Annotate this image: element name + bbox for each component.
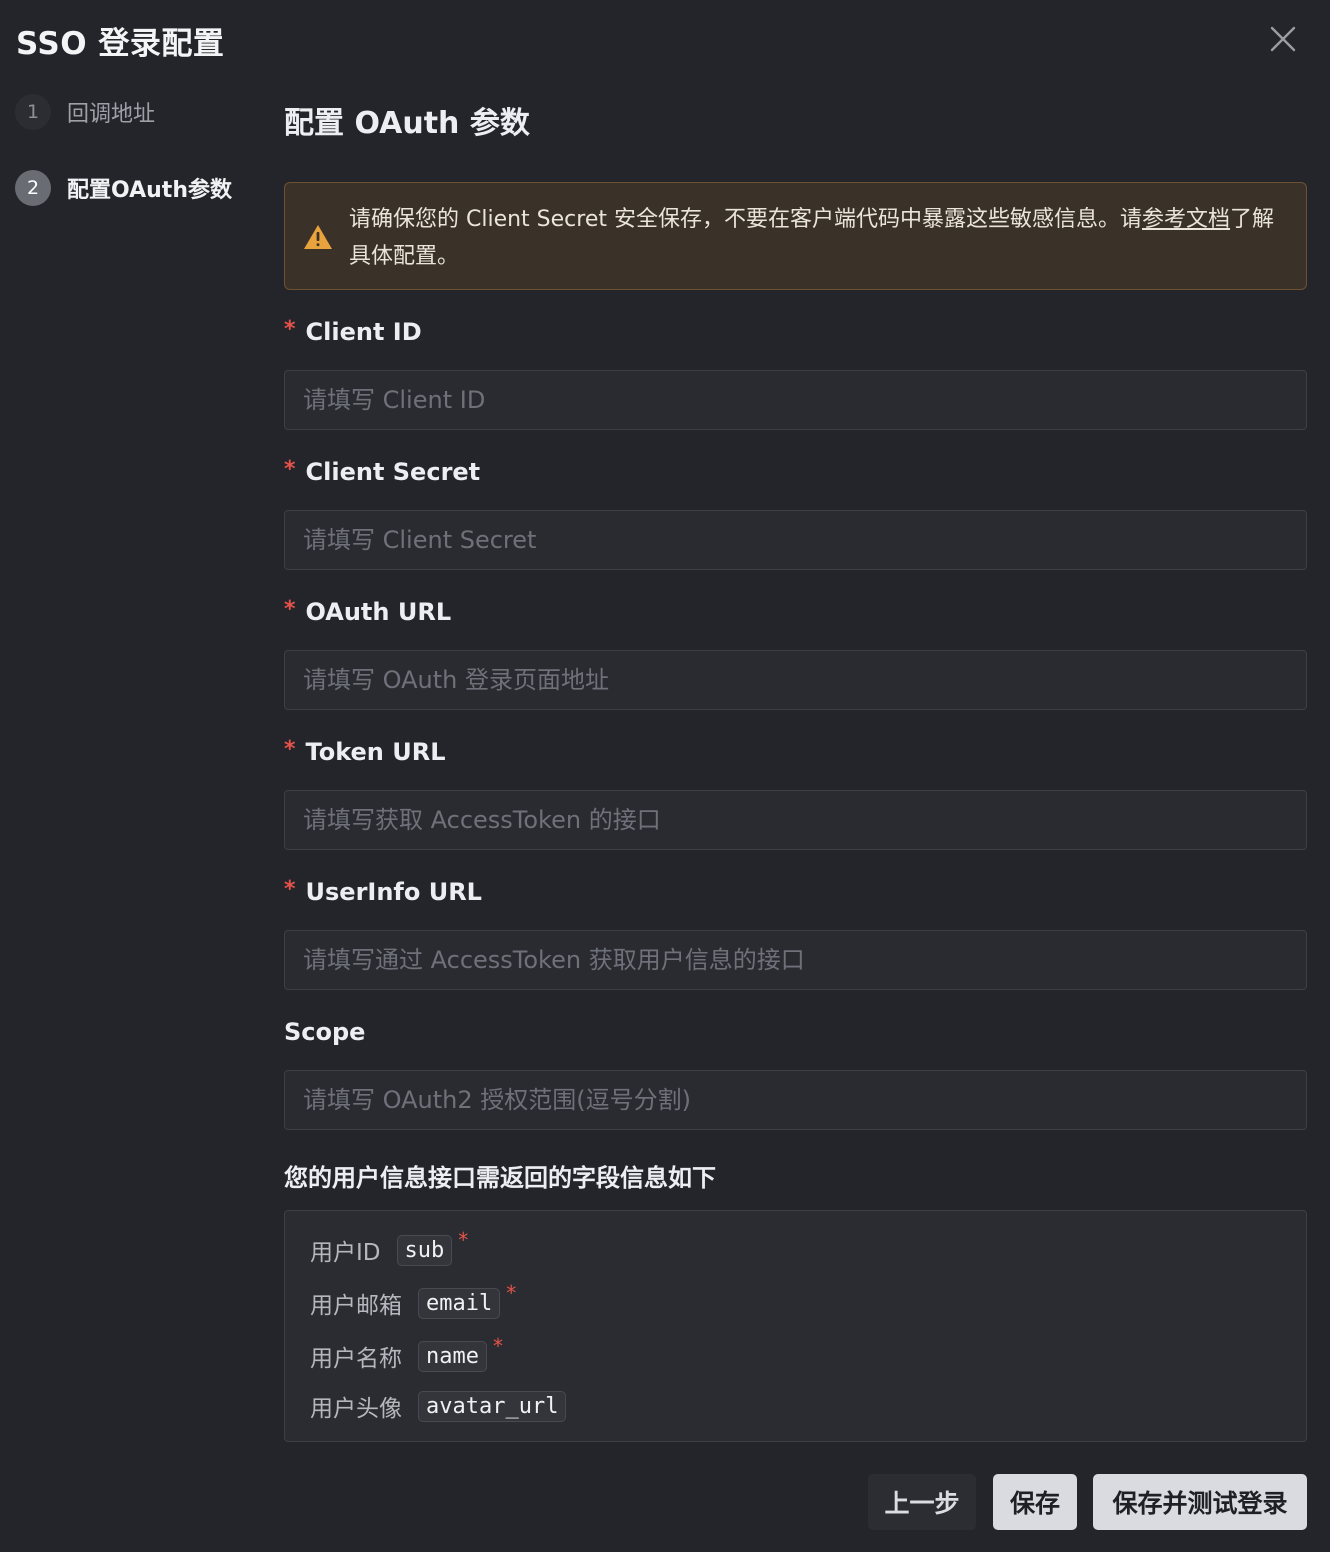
step-oauth-params[interactable]: 2 配置OAuth参数	[15, 170, 232, 206]
required-mark: *	[506, 1281, 517, 1305]
required-mark: *	[284, 456, 296, 482]
userinfo-fields-box: 用户ID sub * 用户邮箱 email * 用户名称 name * 用户头像…	[284, 1210, 1307, 1442]
userinfo-row-id: 用户ID sub *	[310, 1228, 468, 1267]
client-id-label: * Client ID	[284, 316, 422, 347]
client-id-input[interactable]	[284, 370, 1307, 430]
warning-alert: 请确保您的 Client Secret 安全保存，不要在客户端代码中暴露这些敏感…	[284, 182, 1307, 290]
field-label-text: UserInfo URL	[305, 878, 482, 906]
alert-text: 请确保您的 Client Secret 安全保存，不要在客户端代码中暴露这些敏感…	[349, 201, 1289, 275]
field-key-code: avatar_url	[418, 1390, 567, 1422]
step-number: 1	[15, 94, 51, 130]
field-key-code: sub	[396, 1234, 453, 1266]
close-icon	[1270, 26, 1296, 52]
field-label-text: Client Secret	[305, 458, 481, 486]
step-callback-url[interactable]: 1 回调地址	[15, 94, 155, 130]
step-number: 2	[15, 170, 51, 206]
required-mark: *	[492, 1334, 503, 1358]
alert-text-before: 请确保您的 Client Secret 安全保存，不要在客户端代码中暴露这些敏感…	[349, 207, 1142, 232]
field-key-code: email	[418, 1287, 501, 1319]
token-url-label: * Token URL	[284, 736, 446, 767]
required-mark: *	[458, 1228, 469, 1252]
sso-config-dialog: SSO 登录配置 1 回调地址 2 配置OAuth参数 配置 OAuth 参数 …	[0, 0, 1330, 1552]
field-label-text: OAuth URL	[305, 598, 452, 626]
docs-link[interactable]: 参考文档	[1142, 207, 1230, 232]
userinfo-row-avatar: 用户头像 avatar_url	[310, 1389, 567, 1423]
token-url-input[interactable]	[284, 790, 1307, 850]
userinfo-url-input[interactable]	[284, 930, 1307, 990]
warning-icon	[304, 225, 332, 249]
userinfo-url-label: * UserInfo URL	[284, 876, 482, 907]
save-and-test-button[interactable]: 保存并测试登录	[1093, 1474, 1307, 1530]
dialog-title: SSO 登录配置	[16, 26, 225, 62]
required-mark: *	[284, 596, 296, 622]
field-label-text: Scope	[284, 1018, 366, 1046]
field-key-code: name	[418, 1340, 487, 1372]
field-label-text: Client ID	[305, 318, 422, 346]
info-label: 用户头像	[310, 1396, 402, 1422]
info-label: 用户ID	[310, 1240, 381, 1266]
required-mark: *	[284, 876, 296, 902]
userinfo-row-email: 用户邮箱 email *	[310, 1281, 516, 1320]
prev-step-button[interactable]: 上一步	[868, 1474, 976, 1530]
field-label-text: Token URL	[305, 738, 446, 766]
userinfo-fields-title: 您的用户信息接口需返回的字段信息如下	[284, 1164, 716, 1192]
required-mark: *	[284, 316, 296, 342]
scope-input[interactable]	[284, 1070, 1307, 1130]
info-label: 用户邮箱	[310, 1293, 402, 1319]
scope-label: Scope	[284, 1018, 365, 1046]
oauth-url-label: * OAuth URL	[284, 596, 452, 627]
userinfo-row-name: 用户名称 name *	[310, 1334, 503, 1373]
save-button[interactable]: 保存	[993, 1474, 1077, 1530]
required-mark: *	[284, 736, 296, 762]
close-button[interactable]	[1266, 22, 1300, 56]
info-label: 用户名称	[310, 1346, 402, 1372]
client-secret-input[interactable]	[284, 510, 1307, 570]
step-label: 配置OAuth参数	[67, 178, 232, 203]
oauth-url-input[interactable]	[284, 650, 1307, 710]
client-secret-label: * Client Secret	[284, 456, 481, 487]
section-title: 配置 OAuth 参数	[284, 106, 530, 141]
step-label: 回调地址	[67, 102, 156, 127]
